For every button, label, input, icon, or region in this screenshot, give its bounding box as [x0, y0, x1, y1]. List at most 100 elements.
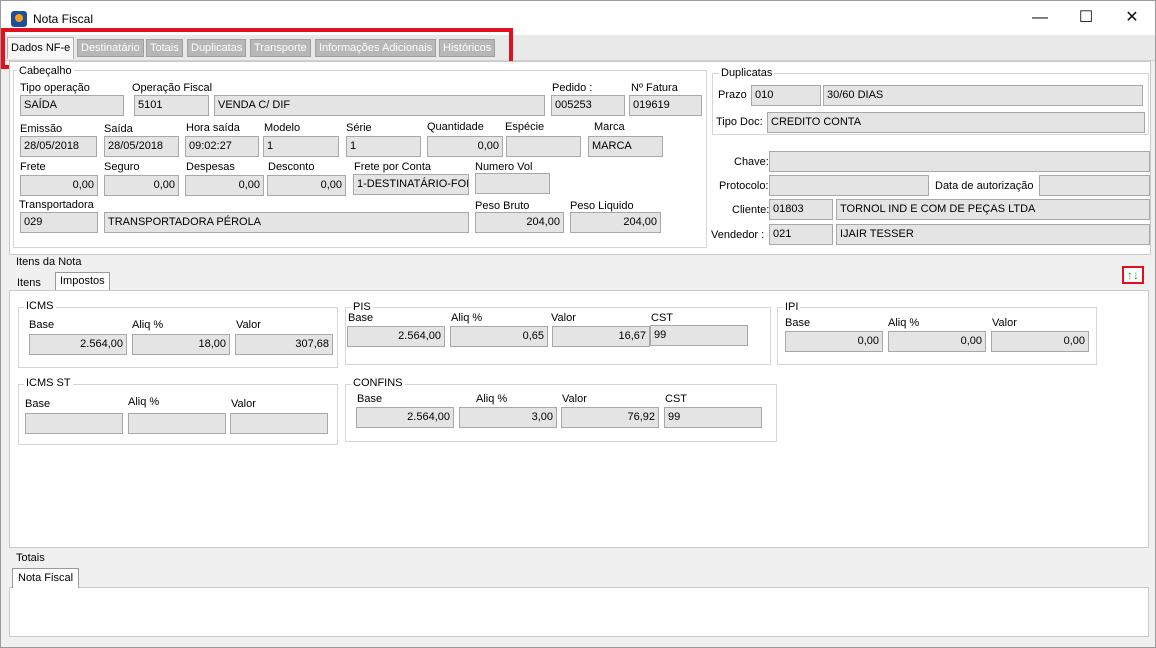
data-autorizacao-field[interactable] — [1039, 175, 1150, 196]
icms-base-label: Base — [29, 319, 55, 331]
fatura-label: Nº Fatura — [631, 82, 678, 94]
icms-st-aliq-field[interactable] — [128, 413, 226, 434]
operacao-fiscal-desc-field[interactable]: VENDA C/ DIF — [214, 95, 545, 116]
ipi-aliq-field[interactable]: 0,00 — [888, 331, 986, 352]
hora-saida-label: Hora saída — [186, 122, 240, 134]
numero-vol-label: Numero Vol — [475, 161, 533, 173]
cliente-name-field[interactable]: TORNOL IND E COM DE PEÇAS LTDA — [836, 199, 1150, 220]
marca-field[interactable]: MARCA — [588, 136, 663, 157]
cliente-label: Cliente: — [732, 204, 770, 216]
transportadora-code-field[interactable]: 029 — [20, 212, 98, 233]
vendedor-code-field[interactable]: 021 — [769, 224, 833, 245]
duplicatas-title: Duplicatas — [719, 67, 775, 79]
transportadora-name-field[interactable]: TRANSPORTADORA PÉROLA — [104, 212, 469, 233]
prazo-desc-field[interactable]: 30/60 DIAS — [823, 85, 1143, 106]
icms-st-valor-label: Valor — [231, 398, 256, 410]
vendedor-name-field[interactable]: IJAIR TESSER — [836, 224, 1150, 245]
subtab-impostos[interactable]: Impostos — [55, 272, 110, 290]
pis-valor-field[interactable]: 16,67 — [552, 326, 650, 347]
vendedor-label: Vendedor : — [711, 229, 765, 241]
confins-valor-field[interactable]: 76,92 — [561, 407, 659, 428]
icms-aliq-label: Aliq % — [132, 319, 164, 331]
icms-valor-label: Valor — [236, 319, 261, 331]
confins-cst-field[interactable]: 99 — [664, 407, 762, 428]
impostos-panel: ICMS Base Aliq % Valor 2.564,00 18,00 30… — [9, 290, 1149, 548]
peso-bruto-label: Peso Bruto — [475, 200, 530, 212]
minimize-button[interactable]: — — [1017, 1, 1063, 35]
especie-label: Espécie — [505, 121, 545, 133]
seguro-field[interactable]: 0,00 — [104, 175, 179, 196]
itens-title: Itens da Nota — [16, 256, 82, 268]
icms-st-valor-field[interactable] — [230, 413, 328, 434]
tab-nota-fiscal[interactable]: Nota Fiscal — [12, 568, 80, 588]
icms-st-base-label: Base — [25, 398, 51, 410]
icms-title: ICMS — [24, 300, 56, 312]
pedido-label: Pedido : — [552, 82, 593, 94]
protocolo-field[interactable] — [769, 175, 929, 196]
ipi-valor-field[interactable]: 0,00 — [991, 331, 1089, 352]
cliente-code-field[interactable]: 01803 — [769, 199, 833, 220]
frete-conta-field[interactable]: 1-DESTINATÁRIO-FOB — [353, 174, 469, 195]
pis-valor-label: Valor — [551, 312, 576, 324]
tipo-operacao-field[interactable]: SAÍDA — [20, 95, 124, 116]
modelo-field[interactable]: 1 — [263, 136, 339, 157]
hora-saida-field[interactable]: 09:02:27 — [185, 136, 259, 157]
icms-base-field[interactable]: 2.564,00 — [29, 334, 127, 355]
frete-field[interactable]: 0,00 — [20, 175, 98, 196]
maximize-button[interactable]: ☐ — [1063, 1, 1109, 35]
app-icon — [11, 11, 27, 27]
confins-aliq-field[interactable]: 3,00 — [459, 407, 557, 428]
serie-field[interactable]: 1 — [346, 136, 421, 157]
confins-cst-label: CST — [665, 393, 687, 405]
especie-field[interactable] — [506, 136, 581, 157]
tipo-doc-field[interactable]: CREDITO CONTA — [767, 112, 1145, 133]
operacao-fiscal-code-field[interactable]: 5101 — [134, 95, 209, 116]
ipi-base-field[interactable]: 0,00 — [785, 331, 883, 352]
tipo-doc-label: Tipo Doc: — [716, 116, 763, 128]
icms-st-base-field[interactable] — [25, 413, 123, 434]
data-autorizacao-label: Data de autorização — [935, 180, 1034, 192]
emissao-label: Emissão — [20, 123, 63, 135]
fatura-field[interactable]: 019619 — [629, 95, 702, 116]
seguro-label: Seguro — [104, 161, 140, 173]
pis-cst-field[interactable]: 99 — [650, 325, 748, 346]
peso-liquido-field[interactable]: 204,00 — [570, 212, 661, 233]
marca-label: Marca — [594, 121, 625, 133]
tipo-operacao-label: Tipo operação — [20, 82, 90, 94]
pis-base-field[interactable]: 2.564,00 — [347, 326, 445, 347]
transportadora-label: Transportadora — [19, 199, 94, 211]
confins-base-field[interactable]: 2.564,00 — [356, 407, 454, 428]
pis-aliq-field[interactable]: 0,65 — [450, 326, 548, 347]
confins-aliq-label: Aliq % — [476, 393, 508, 405]
numero-vol-field[interactable] — [475, 173, 550, 194]
despesas-field[interactable]: 0,00 — [185, 175, 264, 196]
icms-valor-field[interactable]: 307,68 — [235, 334, 333, 355]
icms-st-aliq-label: Aliq % — [128, 396, 160, 408]
prazo-code-field[interactable]: 010 — [751, 85, 821, 106]
icms-aliq-field[interactable]: 18,00 — [132, 334, 230, 355]
pis-base-label: Base — [348, 312, 374, 324]
quantidade-field[interactable]: 0,00 — [427, 136, 503, 157]
icms-st-title: ICMS ST — [24, 377, 73, 389]
swap-arrows-icon[interactable]: ↑↓ — [1122, 266, 1144, 284]
serie-label: Série — [346, 122, 372, 134]
close-button[interactable]: ✕ — [1109, 1, 1155, 35]
frete-conta-label: Frete por Conta — [354, 161, 432, 173]
desconto-label: Desconto — [268, 161, 315, 173]
confins-title: CONFINS — [351, 377, 405, 389]
desconto-field[interactable]: 0,00 — [267, 175, 346, 196]
pedido-field[interactable]: 005253 — [551, 95, 625, 116]
header-panel: Cabeçalho Tipo operação SAÍDA Operação F… — [9, 61, 1151, 255]
confins-valor-label: Valor — [562, 393, 587, 405]
peso-bruto-field[interactable]: 204,00 — [475, 212, 564, 233]
ipi-valor-label: Valor — [992, 317, 1017, 329]
quantidade-label: Quantidade — [427, 121, 484, 133]
saida-field[interactable]: 28/05/2018 — [104, 136, 179, 157]
ipi-base-label: Base — [785, 317, 811, 329]
prazo-label: Prazo — [718, 89, 747, 101]
totais-panel — [9, 587, 1149, 637]
modelo-label: Modelo — [264, 122, 301, 134]
emissao-field[interactable]: 28/05/2018 — [20, 136, 97, 157]
despesas-label: Despesas — [186, 161, 235, 173]
chave-field[interactable] — [769, 151, 1150, 172]
